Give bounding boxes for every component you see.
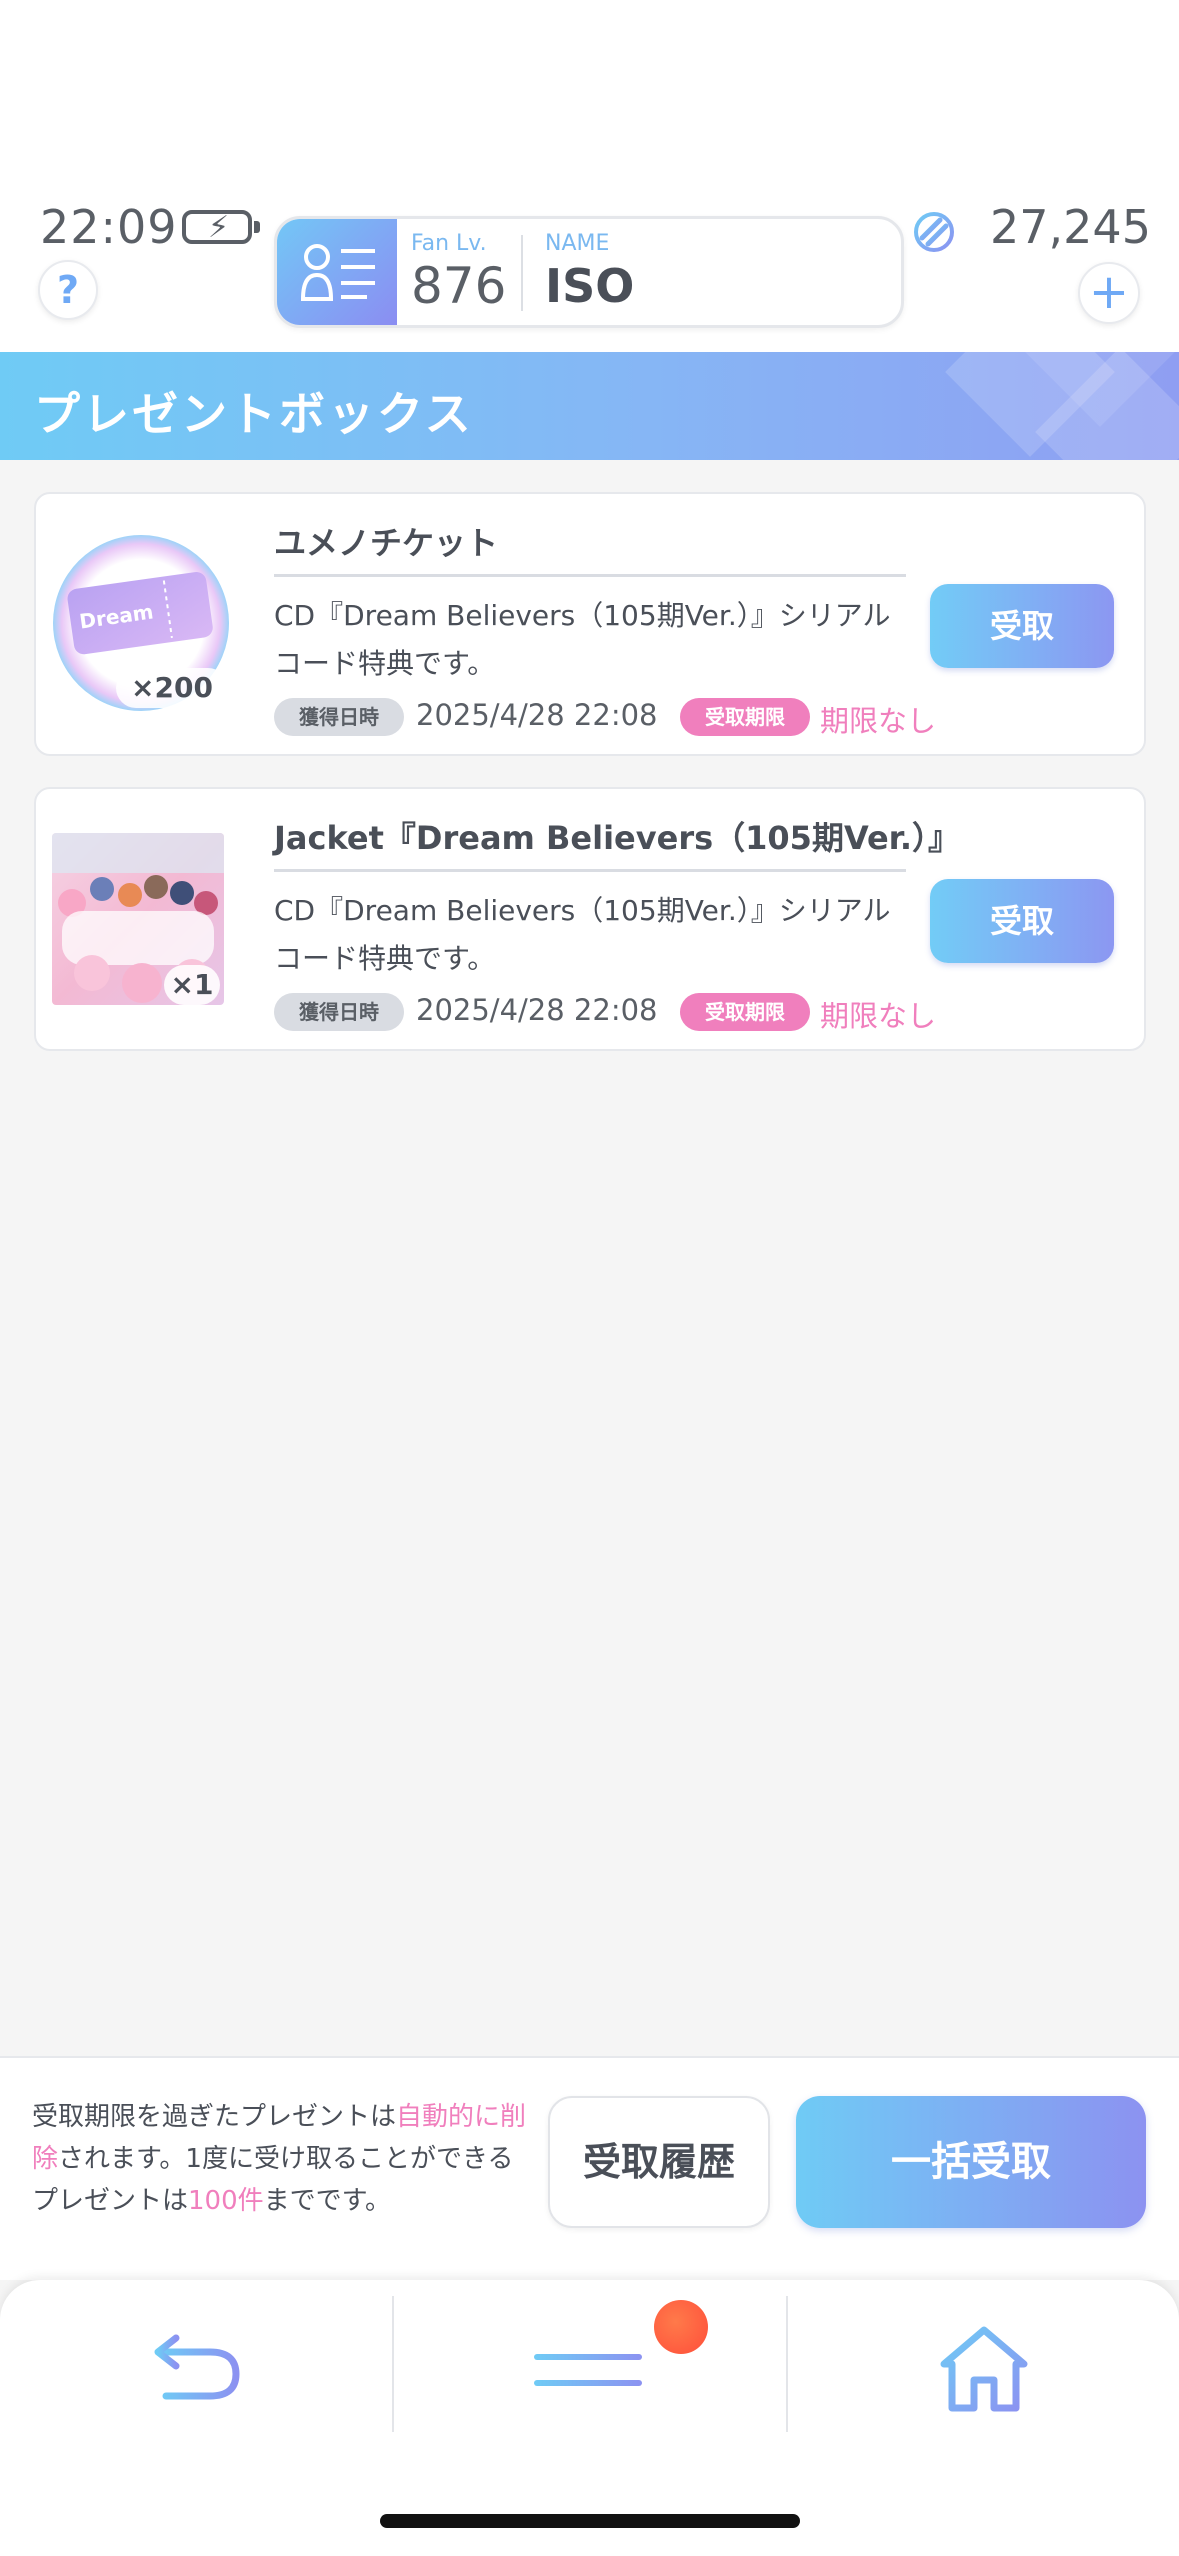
divider [274,574,906,577]
menu-icon[interactable] [532,2346,644,2398]
item-title: Jacket『Dream Believers（105期Ver.）』 [274,819,961,857]
acquired-date: 2025/4/28 22:08 [416,993,658,1027]
limit-value: 期限なし [820,999,937,1033]
limit-tag: 受取期限 [680,698,810,736]
profile-icon [277,219,397,325]
limit-value: 期限なし [820,704,937,738]
player-name: ISO [545,259,635,313]
item-description: CD『Dream Believers（105期Ver.）』シリアルコード特典です… [274,894,891,975]
acquired-tag: 獲得日時 [274,698,404,736]
battery-charging-icon: ⚡ [182,210,260,245]
page-title: プレゼントボックス [34,387,474,441]
quantity-badge: ×200 [116,668,228,708]
notice-text-part: までです。 [263,2186,392,2216]
claim-history-button[interactable]: 受取履歴 [548,2096,770,2228]
divider [274,869,906,872]
action-bar: 受取期限を過ぎたプレゼントは自動的に削除されます。1度に受け取ることができるプレ… [0,2056,1179,2280]
present-item: Dream ×200 ユメノチケット CD『Dream Believers（10… [34,492,1146,756]
limit-tag: 受取期限 [680,993,810,1031]
status-time: 22:09 [40,200,178,254]
divider [786,2296,788,2432]
divider [392,2296,394,2432]
help-button[interactable]: ? [38,260,98,320]
notification-dot [654,2300,708,2354]
claim-button[interactable]: 受取 [930,879,1114,963]
notice-highlight: 100件 [188,2186,264,2216]
home-indicator [380,2514,800,2528]
add-currency-button[interactable]: + [1078,262,1140,324]
notice-text-part: 受取期限を過ぎたプレゼントは [32,2102,397,2132]
claim-button[interactable]: 受取 [930,584,1114,668]
fan-level-label: Fan Lv. [411,231,487,256]
quantity-badge: ×1 [164,965,220,1005]
acquired-date: 2025/4/28 22:08 [416,698,658,732]
fan-level-value: 876 [411,257,507,315]
divider [521,235,523,311]
currency-icon [910,208,958,260]
claim-all-button[interactable]: 一括受取 [796,2096,1146,2228]
back-arrow-icon[interactable] [150,2330,246,2414]
profile-card[interactable]: Fan Lv. 876 NAME ISO [274,216,904,328]
item-description: CD『Dream Believers（105期Ver.）』シリアルコード特典です… [274,599,891,680]
currency-amount: 27,245 [990,200,1151,254]
home-icon[interactable] [936,2324,1032,2418]
acquired-tag: 獲得日時 [274,993,404,1031]
page-title-banner: プレゼントボックス [0,352,1179,460]
name-label: NAME [545,231,610,256]
notice-text: 受取期限を過ぎたプレゼントは自動的に削除されます。1度に受け取ることができるプレ… [32,2096,532,2222]
present-item: ×1 Jacket『Dream Believers（105期Ver.）』 CD『… [34,787,1146,1051]
item-title: ユメノチケット [274,524,499,562]
